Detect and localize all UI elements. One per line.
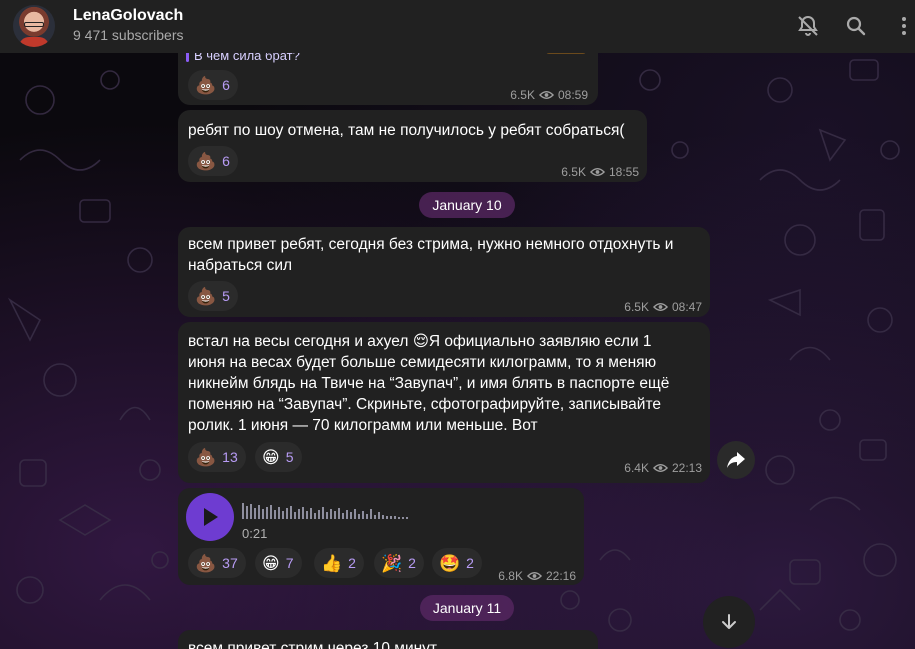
message-text-line: ролик. 1 июня — 70 килограмм или меньше.… [188, 417, 538, 434]
reaction-count: 5 [285, 449, 294, 465]
reaction-button[interactable]: 😁 5 [255, 442, 302, 472]
forward-icon [727, 452, 745, 468]
message-text: всем привет стрим через 10 минут [188, 640, 438, 649]
bell-off-icon[interactable] [796, 14, 820, 38]
reaction-button[interactable]: 👍 2 [314, 548, 364, 578]
eye-icon [589, 168, 605, 176]
reaction-count: 6 [222, 153, 230, 169]
message-bubble[interactable]: всем привет стрим через 10 минут [178, 630, 598, 649]
reaction-button[interactable]: 💩 37 [188, 548, 246, 578]
message-text-line: никнейм блядь на Твиче на “Завупач”, и и… [188, 375, 670, 392]
view-count: 6.5K [624, 300, 649, 314]
reaction-emoji: 😁 [262, 553, 280, 573]
reaction-count: 7 [285, 555, 294, 571]
message-text-line: поменяю на “Завупач”. Скриньте, сфотогра… [188, 396, 662, 413]
message-meta: 6.8K 22:16 [498, 569, 576, 583]
message-meta: 6.4K 22:13 [624, 461, 702, 475]
message-time: 22:13 [671, 461, 702, 475]
message-meta: 6.5K 08:59 [510, 88, 588, 102]
scroll-down-button[interactable] [703, 596, 755, 648]
forward-button[interactable] [717, 441, 755, 479]
message-meta: 6.5K 08:47 [624, 300, 702, 314]
view-count: 6.8K [498, 569, 523, 583]
subscriber-count: 9 471 subscribers [73, 27, 184, 43]
message-text-line: июня на весах будет больше семидесяти ки… [188, 354, 657, 371]
avatar-glasses [24, 22, 44, 27]
reaction-button[interactable]: 💩 6 [188, 146, 238, 176]
message-text-line: встал на весы сегодня и ахуел 😌Я официал… [188, 333, 652, 350]
message-time: 22:16 [545, 569, 576, 583]
message-bubble[interactable]: ребят по шоу отмена, там не получилось у… [178, 110, 647, 182]
reaction-emoji: 👍 [321, 553, 343, 573]
eye-icon [526, 572, 542, 580]
reaction-button[interactable]: 💩 5 [188, 281, 238, 311]
message-text-line: набраться сил [188, 257, 293, 274]
reaction-button[interactable]: 🤩 2 [432, 548, 482, 578]
date-separator: January 10 [419, 192, 515, 218]
search-icon[interactable] [844, 14, 868, 38]
message-text-line: всем привет ребят, сегодня без стрима, н… [188, 236, 674, 253]
view-count: 6.5K [561, 165, 586, 179]
message-time: 18:55 [608, 165, 639, 179]
reaction-emoji: 💩 [195, 75, 217, 95]
reaction-count: 13 [222, 449, 238, 465]
reaction-count: 6 [222, 77, 230, 93]
reaction-emoji: 😁 [262, 447, 280, 467]
message-time: 08:47 [671, 300, 702, 314]
reaction-count: 2 [408, 555, 416, 571]
channel-name[interactable]: LenaGolovach [73, 7, 183, 25]
reaction-button[interactable]: 💩 13 [188, 442, 246, 472]
channel-avatar[interactable] [13, 5, 55, 47]
reaction-emoji: 💩 [195, 447, 217, 467]
reaction-count: 37 [222, 555, 238, 571]
reaction-emoji: 💩 [195, 286, 217, 306]
more-vertical-icon[interactable] [892, 14, 915, 38]
avatar-shirt [19, 37, 49, 47]
play-button[interactable] [186, 493, 234, 541]
reaction-emoji: 🎉 [381, 553, 403, 573]
message-time: 08:59 [557, 88, 588, 102]
reaction-count: 5 [222, 288, 230, 304]
eye-icon [538, 91, 554, 99]
view-count: 6.4K [624, 461, 649, 475]
message-bubble[interactable]: всем привет ребят, сегодня без стрима, н… [178, 227, 710, 317]
reaction-emoji: 🤩 [439, 553, 461, 573]
view-count: 6.5K [510, 88, 535, 102]
message-bubble[interactable]: встал на весы сегодня и ахуел 😌Я официал… [178, 322, 710, 483]
arrow-down-icon [722, 614, 736, 629]
message-text: ребят по шоу отмена, там не получилось у… [188, 122, 625, 139]
reaction-button[interactable]: 😁 7 [255, 548, 302, 578]
date-separator: January 11 [420, 595, 514, 621]
voice-duration: 0:21 [242, 526, 268, 541]
voice-waveform[interactable] [242, 499, 432, 521]
reaction-count: 2 [348, 555, 356, 571]
play-icon [204, 508, 218, 526]
reaction-button[interactable]: 🎉 2 [374, 548, 424, 578]
reaction-emoji: 💩 [195, 151, 217, 171]
message-meta: 6.5K 18:55 [561, 165, 639, 179]
reaction-emoji: 💩 [195, 553, 217, 573]
voice-message-bubble[interactable]: 0:21 💩 37 😁 7 👍 2 🎉 2 🤩 2 6.8K 22:16 [178, 488, 584, 585]
eye-icon [652, 464, 668, 472]
reaction-count: 2 [466, 555, 474, 571]
channel-header: LenaGolovach 9 471 subscribers [0, 0, 915, 53]
eye-icon [652, 303, 668, 311]
reaction-button[interactable]: 💩 6 [188, 70, 238, 100]
